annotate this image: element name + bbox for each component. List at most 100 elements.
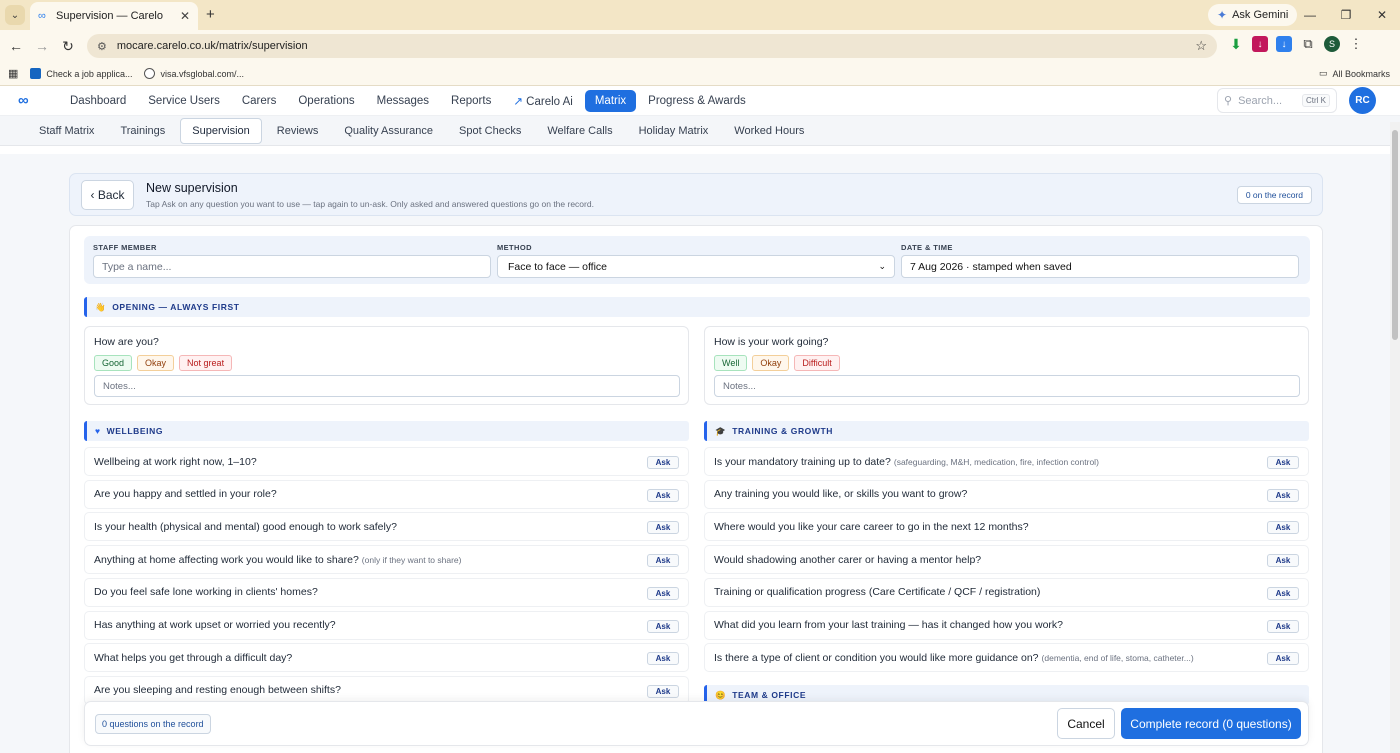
question-row: Any training you would like, or skills y… (704, 479, 1309, 509)
window-controls: — ❐ ✕ (1292, 0, 1400, 30)
nav-carelo-ai[interactable]: ↗ Carelo Ai (503, 89, 583, 113)
cancel-button[interactable]: Cancel (1057, 708, 1115, 739)
bookmark-label: Check a job applica... (46, 68, 133, 79)
ask-button[interactable]: Ask (1267, 521, 1299, 535)
tab-staff-matrix[interactable]: Staff Matrix (28, 119, 105, 143)
date-time-input[interactable]: 7 Aug 2026 · stamped when saved (901, 255, 1299, 278)
close-window-icon[interactable]: ✕ (1364, 8, 1400, 22)
bookmark-item[interactable]: visa.vfsglobal.com/... (144, 68, 244, 79)
tab-search-chevron-icon[interactable]: ⌄ (5, 5, 25, 25)
all-bookmarks-button[interactable]: ▭ All Bookmarks (1319, 68, 1390, 79)
nav-progress-awards[interactable]: Progress & Awards (638, 90, 756, 112)
nav-messages[interactable]: Messages (367, 90, 439, 112)
browser-menu-icon[interactable]: ⋮ (1348, 36, 1364, 52)
forward-arrow-icon[interactable]: → (29, 38, 55, 54)
ask-gemini-button[interactable]: ✦ Ask Gemini (1208, 4, 1298, 26)
ask-button[interactable]: Ask (647, 652, 679, 666)
question-text: Anything at home affecting work you woul… (94, 553, 359, 566)
back-arrow-icon[interactable]: ← (3, 38, 29, 54)
notes-input[interactable]: Notes... (714, 375, 1300, 397)
tab-welfare-calls[interactable]: Welfare Calls (536, 119, 623, 143)
nav-reports[interactable]: Reports (441, 90, 501, 112)
ask-button[interactable]: Ask (1267, 554, 1299, 568)
question-row: Would shadowing another carer or having … (704, 545, 1309, 575)
close-tab-icon[interactable]: ✕ (180, 9, 190, 23)
ask-button[interactable]: Ask (647, 586, 679, 600)
nav-carers[interactable]: Carers (232, 90, 287, 112)
ask-button[interactable]: Ask (647, 619, 679, 633)
ask-button[interactable]: Ask (647, 456, 679, 469)
tab-quality-assurance[interactable]: Quality Assurance (333, 119, 444, 143)
option-okay[interactable]: Okay (137, 355, 175, 371)
nav-operations[interactable]: Operations (288, 90, 364, 112)
tab-spot-checks[interactable]: Spot Checks (448, 119, 532, 143)
pink-extension-icon[interactable]: ↓ (1252, 36, 1268, 52)
ask-button[interactable]: Ask (1267, 652, 1299, 666)
ask-button[interactable]: Ask (1267, 586, 1299, 600)
nav-service-users[interactable]: Service Users (138, 90, 230, 112)
nav-dashboard[interactable]: Dashboard (60, 90, 136, 112)
ask-button[interactable]: Ask (647, 521, 679, 535)
section-team-label: TEAM & OFFICE (732, 690, 807, 700)
page-subtitle: Tap Ask on any question you want to use … (146, 199, 594, 209)
global-search[interactable]: ⚲ Search... Ctrl K (1217, 88, 1337, 113)
question-row: Is your health (physical and mental) goo… (84, 512, 689, 542)
notes-input[interactable]: Notes... (94, 375, 680, 397)
staff-member-input[interactable]: Type a name... (93, 255, 491, 278)
carelo-logo-icon[interactable]: ∞ (18, 92, 29, 109)
tab-worked-hours[interactable]: Worked Hours (723, 119, 815, 143)
bookmark-star-icon[interactable]: ☆ (1195, 38, 1207, 54)
search-icon: ⚲ (1224, 95, 1233, 107)
opening-card-how-are-you: How are you? Good Okay Not great Notes..… (84, 326, 689, 405)
ask-button[interactable]: Ask (1267, 488, 1299, 502)
profile-avatar[interactable]: S (1324, 36, 1340, 52)
address-bar[interactable]: ⚙ mocare.carelo.co.uk/matrix/supervision… (87, 34, 1217, 58)
option-good[interactable]: Good (94, 355, 133, 371)
option-difficult[interactable]: Difficult (794, 355, 840, 371)
ask-button[interactable]: Ask (1267, 456, 1299, 469)
complete-record-button[interactable]: Complete record (0 questions) (1121, 708, 1301, 739)
method-select[interactable]: Face to face — office ⌄ (497, 255, 895, 278)
option-okay[interactable]: Okay (752, 355, 790, 371)
app-navbar: ∞ Dashboard Service Users Carers Operati… (0, 86, 1400, 116)
question-row: What did you learn from your last traini… (704, 610, 1309, 640)
site-info-icon[interactable]: ⚙ (97, 40, 107, 53)
question-text: Has anything at work upset or worried yo… (94, 619, 336, 631)
blue-extension-icon[interactable]: ↓ (1276, 36, 1292, 52)
tab-supervision[interactable]: Supervision (180, 117, 262, 144)
browser-tab[interactable]: ∞ Supervision — Carelo ✕ (30, 2, 198, 30)
bookmark-item[interactable]: Check a job applica... (30, 68, 132, 79)
ask-button[interactable]: Ask (647, 554, 679, 568)
tab-trainings[interactable]: Trainings (109, 119, 176, 143)
question-hint: (dementia, end of life, stoma, catheter.… (1041, 652, 1194, 663)
new-tab-plus-icon[interactable]: + (206, 6, 215, 23)
folder-icon: ▭ (1318, 68, 1328, 78)
method-label: METHOD (497, 243, 532, 252)
page-scrollbar[interactable] (1390, 122, 1400, 753)
question-text: What did you learn from your last traini… (714, 619, 1064, 631)
question-row: Do you feel safe lone working in clients… (84, 577, 689, 607)
reload-icon[interactable]: ↻ (55, 38, 81, 55)
ask-button[interactable]: Ask (647, 488, 679, 502)
option-not-great[interactable]: Not great (179, 355, 233, 371)
question-row: Wellbeing at work right now, 1–10? Ask (84, 447, 689, 476)
question-text: What helps you get through a difficult d… (94, 651, 293, 664)
minimize-icon[interactable]: — (1292, 8, 1328, 22)
tab-holiday-matrix[interactable]: Holiday Matrix (628, 119, 720, 143)
puzzle-extensions-icon[interactable]: ⧉ (1300, 36, 1316, 52)
nav-matrix[interactable]: Matrix (584, 90, 637, 112)
opening-question: How are you? (94, 336, 159, 348)
restore-icon[interactable]: ❐ (1328, 8, 1364, 22)
apps-grid-icon[interactable]: ▦ (8, 67, 18, 80)
scrollbar-thumb[interactable] (1392, 130, 1398, 340)
tab-reviews[interactable]: Reviews (266, 119, 330, 143)
option-well[interactable]: Well (714, 355, 748, 371)
bookmarks-bar: ▦ Check a job applica... visa.vfsglobal.… (0, 62, 1400, 86)
download-extension-icon[interactable]: ⬇ (1228, 36, 1244, 52)
wave-hand-icon: 👋 (95, 301, 107, 312)
main-nav: Dashboard Service Users Carers Operation… (60, 89, 756, 113)
back-button[interactable]: ‹ Back (81, 180, 134, 210)
user-avatar[interactable]: RC (1349, 87, 1376, 114)
ask-button[interactable]: Ask (1267, 619, 1299, 633)
ask-button[interactable]: Ask (647, 684, 679, 698)
